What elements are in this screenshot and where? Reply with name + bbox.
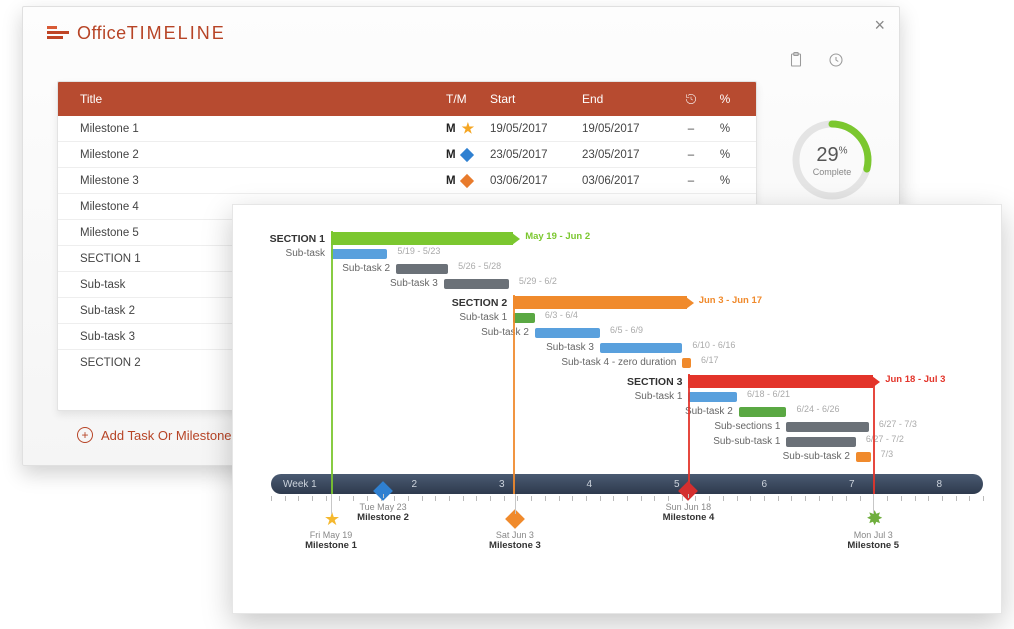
task-label: Sub-sub-task 2 — [783, 451, 850, 462]
task-bar[interactable] — [682, 358, 691, 368]
section-range: Jun 18 - Jul 3 — [885, 374, 945, 385]
milestone-name: Milestone 2 — [357, 512, 409, 523]
col-tm[interactable]: T/M — [446, 92, 490, 106]
section-range: Jun 3 - Jun 17 — [699, 295, 762, 306]
milestone-date: Sat Jun 3 — [496, 530, 534, 540]
progress-label: Complete — [813, 167, 852, 177]
task-bar[interactable] — [786, 422, 868, 432]
date-tag: 6/27 - 7/2 — [866, 434, 904, 444]
task-label: Sub-task 2 — [685, 406, 733, 417]
task-bar[interactable] — [444, 279, 509, 289]
table-header: Title T/M Start End % — [58, 82, 756, 116]
table-row[interactable]: Milestone 1M★19/05/201719/05/2017–% — [58, 116, 756, 142]
date-tag: 5/19 - 5/23 — [397, 246, 440, 256]
close-icon[interactable]: × — [874, 15, 885, 36]
timeline-chart-panel: SECTION 1 May 19 - Jun 2 Sub-task 5/19 - 5/… — [232, 204, 1002, 614]
add-task-button[interactable]: + Add Task Or Milestone — [77, 427, 232, 443]
date-tag: 6/5 - 6/9 — [610, 325, 643, 335]
task-label: Sub-task 1 — [459, 312, 507, 323]
week-label: 6 — [721, 479, 809, 490]
task-label: Sub-task 2 — [481, 327, 529, 338]
col-end[interactable]: End — [582, 92, 674, 106]
task-label: Sub-task 3 — [390, 278, 438, 289]
week-label: 8 — [896, 479, 984, 490]
date-tag: 6/3 - 6/4 — [545, 310, 578, 320]
task-label: Sub-task 1 — [635, 391, 683, 402]
plus-icon: + — [77, 427, 93, 443]
table-row[interactable]: Milestone 2M23/05/201723/05/2017–% — [58, 142, 756, 168]
task-bar[interactable] — [688, 392, 737, 402]
task-label: Sub-task 3 — [546, 342, 594, 353]
task-bar[interactable] — [786, 437, 855, 447]
date-tag: 7/3 — [881, 449, 894, 459]
col-history-icon[interactable] — [674, 92, 708, 107]
task-bar[interactable] — [535, 328, 600, 338]
section-divider — [513, 295, 515, 494]
gantt-chart: SECTION 1 May 19 - Jun 2 Sub-task 5/19 - 5/… — [253, 231, 981, 593]
task-bar[interactable] — [739, 407, 787, 417]
section-bar[interactable] — [688, 375, 873, 388]
task-label: Sub-task — [286, 248, 325, 259]
section-bar[interactable] — [513, 296, 687, 309]
date-tag: 6/27 - 7/3 — [879, 419, 917, 429]
brand-prefix: Office — [77, 23, 127, 43]
task-bar[interactable] — [396, 264, 448, 274]
task-label: Sub-task 4 - zero duration — [561, 357, 676, 368]
milestone-marker[interactable]: Sun Jun 18Milestone 4 — [643, 484, 733, 523]
milestone-date: Tue May 23 — [359, 502, 406, 512]
task-label: Sub-sub-task 1 — [713, 436, 780, 447]
section-range: May 19 - Jun 2 — [525, 231, 590, 242]
milestone-name: Milestone 3 — [489, 540, 541, 551]
milestone-marker[interactable]: ✸Mon Jul 3Milestone 5 — [828, 512, 918, 551]
task-label: SECTION 3 — [627, 376, 682, 388]
add-task-label: Add Task Or Milestone — [101, 428, 232, 443]
milestone-name: Milestone 1 — [305, 540, 357, 551]
task-label: Sub-task 2 — [342, 263, 390, 274]
task-bar[interactable] — [600, 343, 682, 353]
table-row[interactable]: Milestone 3M03/06/201703/06/2017–% — [58, 168, 756, 194]
week-label: 3 — [458, 479, 546, 490]
section-divider — [331, 231, 333, 494]
milestone-date: Fri May 19 — [310, 530, 353, 540]
clipboard-icon[interactable] — [787, 51, 805, 72]
col-title[interactable]: Title — [80, 92, 446, 106]
task-label: SECTION 1 — [270, 233, 325, 245]
week-label: 4 — [546, 479, 634, 490]
date-tag: 6/10 - 6/16 — [692, 340, 735, 350]
date-tag: 5/26 - 5/28 — [458, 261, 501, 271]
section-divider — [688, 374, 690, 494]
date-tag: 6/18 - 6/21 — [747, 389, 790, 399]
task-label: Sub-sections 1 — [714, 421, 780, 432]
date-tag: 6/24 - 6/26 — [796, 404, 839, 414]
brand-logo: OfficeTIMELINE — [47, 23, 226, 44]
brand-icon — [47, 26, 69, 42]
week-label: 7 — [808, 479, 896, 490]
task-bar[interactable] — [513, 313, 535, 323]
progress-value: 29 — [816, 144, 838, 166]
date-tag: 5/29 - 6/2 — [519, 276, 557, 286]
milestone-marker[interactable]: Tue May 23Milestone 2 — [338, 484, 428, 523]
section-bar[interactable] — [331, 232, 513, 245]
col-start[interactable]: Start — [490, 92, 582, 106]
milestone-date: Mon Jul 3 — [854, 530, 893, 540]
history-icon[interactable] — [827, 51, 845, 72]
milestone-marker[interactable]: Sat Jun 3Milestone 3 — [470, 512, 560, 551]
progress-ring: 29% Complete — [789, 117, 875, 203]
milestone-date: Sun Jun 18 — [666, 502, 712, 512]
date-tag: 6/17 — [701, 355, 719, 365]
task-bar[interactable] — [331, 249, 387, 259]
progress-unit: % — [839, 145, 848, 156]
col-percent[interactable]: % — [708, 92, 742, 106]
task-bar[interactable] — [856, 452, 871, 462]
milestone-name: Milestone 4 — [663, 512, 715, 523]
task-label: SECTION 2 — [452, 297, 507, 309]
brand-suffix: TIMELINE — [127, 23, 226, 43]
milestone-name: Milestone 5 — [847, 540, 899, 551]
